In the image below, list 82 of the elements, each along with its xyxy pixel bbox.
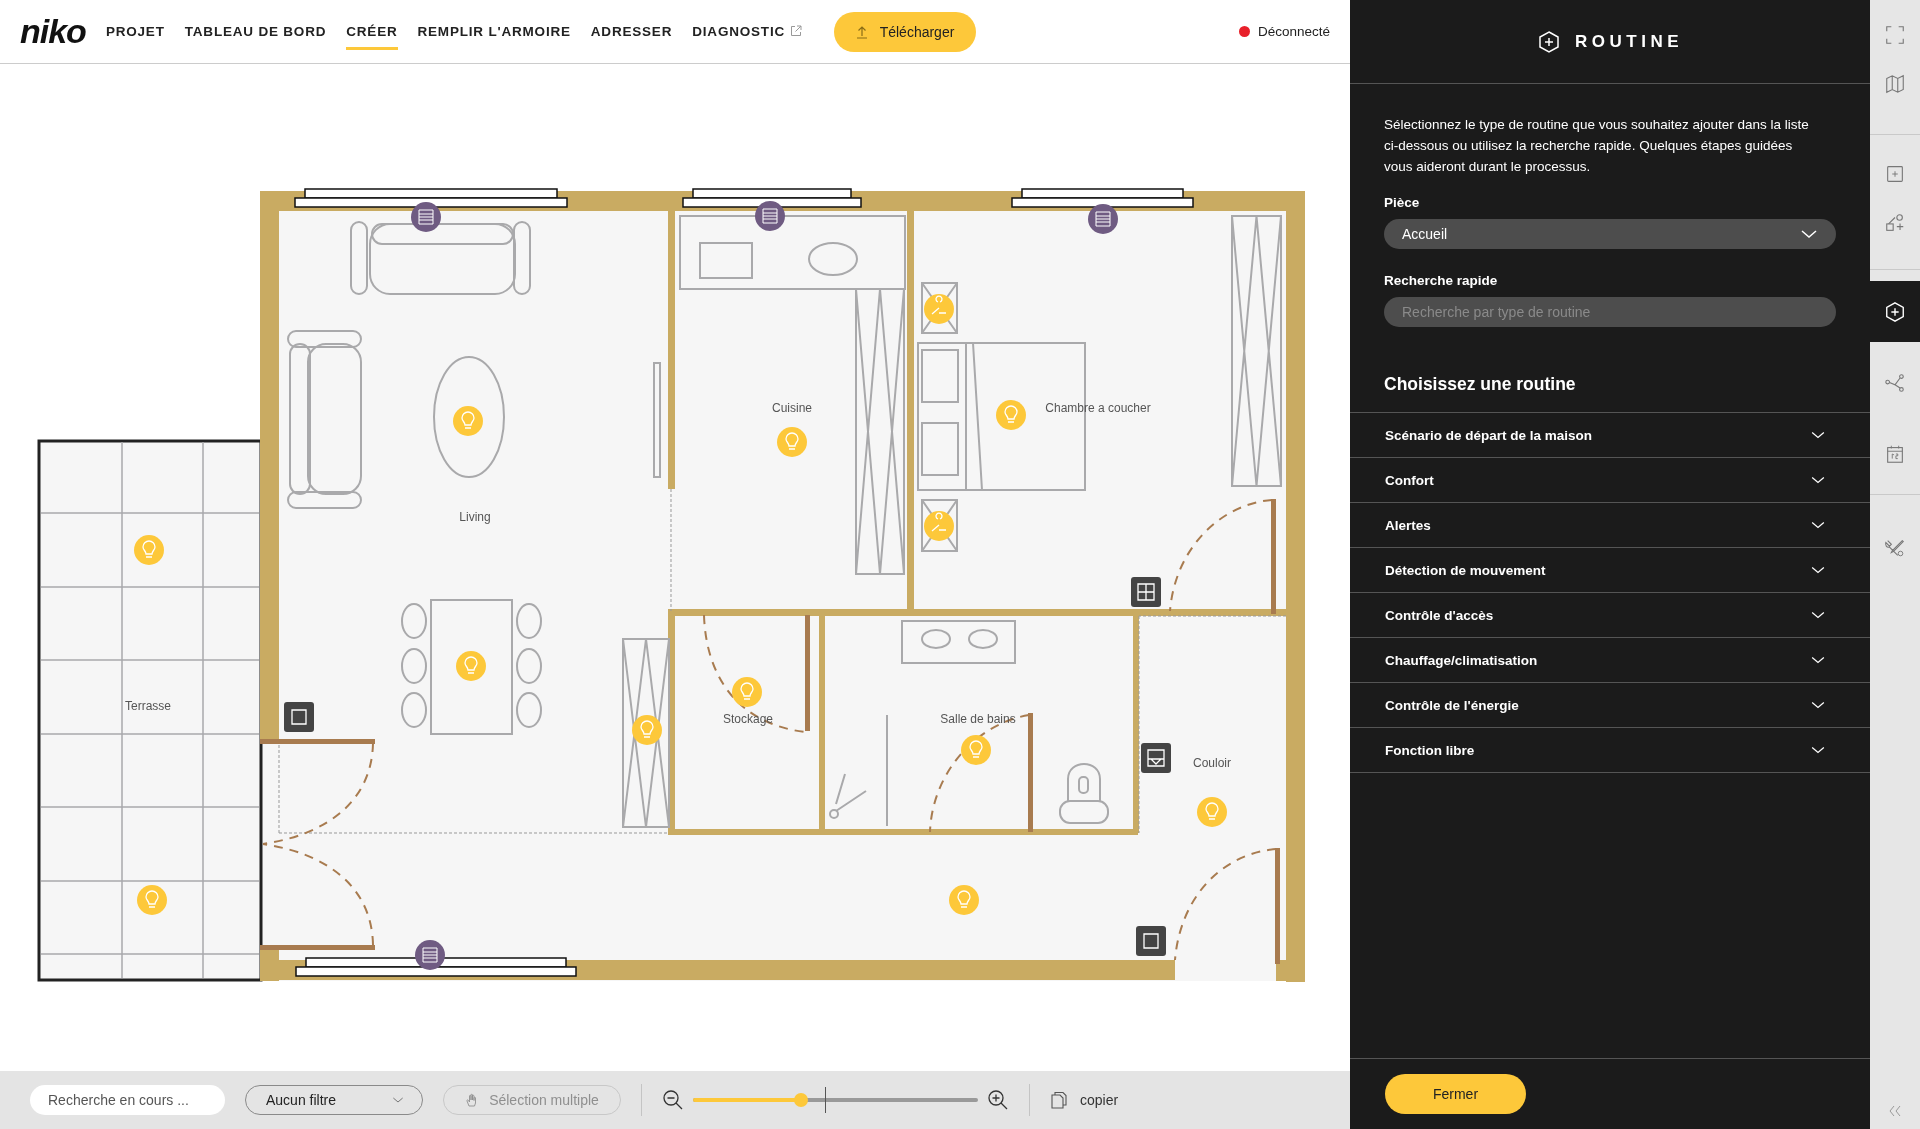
nav-tab[interactable]: PROJET <box>105 13 165 50</box>
accordion-item[interactable]: Scénario de départ de la maison <box>1350 413 1870 458</box>
logo: niko <box>20 12 86 51</box>
accordion-item[interactable]: Alertes <box>1350 503 1870 548</box>
chevron-down-icon <box>1810 520 1826 530</box>
room-label: Cuisine <box>772 401 812 415</box>
nav-tab[interactable]: TABLEAU DE BORD <box>184 13 327 50</box>
double-chevron-left-icon <box>1888 1105 1902 1117</box>
switch-marker[interactable] <box>1131 577 1161 607</box>
copy-button[interactable]: copier <box>1050 1091 1119 1109</box>
room-label: Salle de bains <box>940 712 1016 726</box>
light-marker[interactable] <box>924 511 954 541</box>
map-icon <box>1884 72 1906 95</box>
accordion-item[interactable]: Détection de mouvement <box>1350 548 1870 593</box>
upload-button[interactable]: Télécharger <box>834 11 976 52</box>
light-marker[interactable] <box>732 677 762 707</box>
switch-marker[interactable] <box>1141 743 1171 773</box>
accordion-item[interactable]: Contrôle de l'énergie <box>1350 683 1870 728</box>
field-label: Pièce <box>1384 195 1421 210</box>
copy-icon <box>1050 1091 1068 1109</box>
zoom-in-icon <box>987 1089 1009 1111</box>
zoom-out-button[interactable] <box>662 1089 684 1111</box>
zoom-in-button[interactable] <box>987 1089 1009 1111</box>
chevron-down-icon <box>1810 700 1826 710</box>
routine-icon <box>1537 29 1561 54</box>
toilet-drawing <box>1059 763 1109 824</box>
toolbar-button[interactable] <box>1870 281 1920 342</box>
room-dropdown[interactable]: Accueil <box>1384 219 1836 249</box>
blind-marker[interactable] <box>755 201 785 231</box>
nav-tab[interactable]: CRÉER <box>346 13 398 50</box>
routine-icon <box>1884 300 1906 323</box>
blind-marker[interactable] <box>1088 204 1118 234</box>
field-label: Recherche rapide <box>1384 273 1499 288</box>
light-marker[interactable] <box>949 885 979 915</box>
blind-marker[interactable] <box>415 940 445 970</box>
light-marker[interactable] <box>924 294 954 324</box>
room-label: Stockage <box>723 712 773 726</box>
blind-marker[interactable] <box>411 202 441 232</box>
chevron-down-icon <box>1810 745 1826 755</box>
chevron-down-icon <box>1810 430 1826 440</box>
light-marker[interactable] <box>961 735 991 765</box>
room-label: Terrasse <box>125 699 171 713</box>
chevron-down-icon <box>392 1096 404 1104</box>
chevron-down-icon <box>1810 655 1826 665</box>
accordion-item[interactable]: Fonction libre <box>1350 728 1870 773</box>
nav-tab[interactable]: DIAGNOSTIC <box>692 13 802 50</box>
light-marker[interactable] <box>137 885 167 915</box>
light-marker[interactable] <box>456 651 486 681</box>
switch-marker[interactable] <box>1136 926 1166 956</box>
room-label: Chambre a coucher <box>1045 401 1151 415</box>
accordion-item[interactable]: Chauffage/climatisation <box>1350 638 1870 683</box>
chevron-down-icon <box>1810 610 1826 620</box>
light-marker[interactable] <box>996 400 1026 430</box>
room-label: Living <box>459 510 491 524</box>
search-field[interactable]: Recherche par type de routine <box>1384 297 1836 327</box>
zoom-slider[interactable] <box>693 1087 978 1113</box>
accordion-item[interactable]: Contrôle d'accès <box>1350 593 1870 638</box>
light-marker[interactable] <box>632 715 662 745</box>
search-field[interactable]: Recherche en cours ... <box>30 1085 225 1115</box>
zoom-out-icon <box>662 1089 684 1111</box>
light-marker[interactable] <box>1197 797 1227 827</box>
chevron-down-icon <box>1800 228 1818 240</box>
shapes-icon <box>1884 211 1906 234</box>
nav-tab[interactable]: ADRESSER <box>590 13 673 50</box>
status-label: Déconnecté <box>1257 24 1330 39</box>
nav-tab[interactable]: REMPLIR L'ARMOIRE <box>417 13 571 50</box>
close-button[interactable]: Fermer <box>1385 1074 1526 1114</box>
light-marker[interactable] <box>453 406 483 436</box>
upload-icon <box>855 24 868 39</box>
accordion-item[interactable]: Confort <box>1350 458 1870 503</box>
room-label: Couloir <box>1193 756 1231 770</box>
section-title: Choisissez une routine <box>1384 374 1577 395</box>
chevron-down-icon <box>1810 475 1826 485</box>
description-text: Sélectionnez le type de routine que vous souhaitez ajouter dans la liste ci-dessous ou utilisez la recherche rapide. Quelques étapes guidées vous aideront durant le processus. <box>1384 116 1810 176</box>
connections-icon <box>1884 371 1906 394</box>
fullscreen-icon <box>1884 23 1906 46</box>
panel-title: ROUTINE <box>1575 31 1683 52</box>
light-marker[interactable] <box>134 535 164 565</box>
light-marker[interactable] <box>777 427 807 457</box>
switch-marker[interactable] <box>284 702 314 732</box>
slider-thumb[interactable] <box>794 1093 809 1107</box>
chevron-down-icon <box>1810 565 1826 575</box>
